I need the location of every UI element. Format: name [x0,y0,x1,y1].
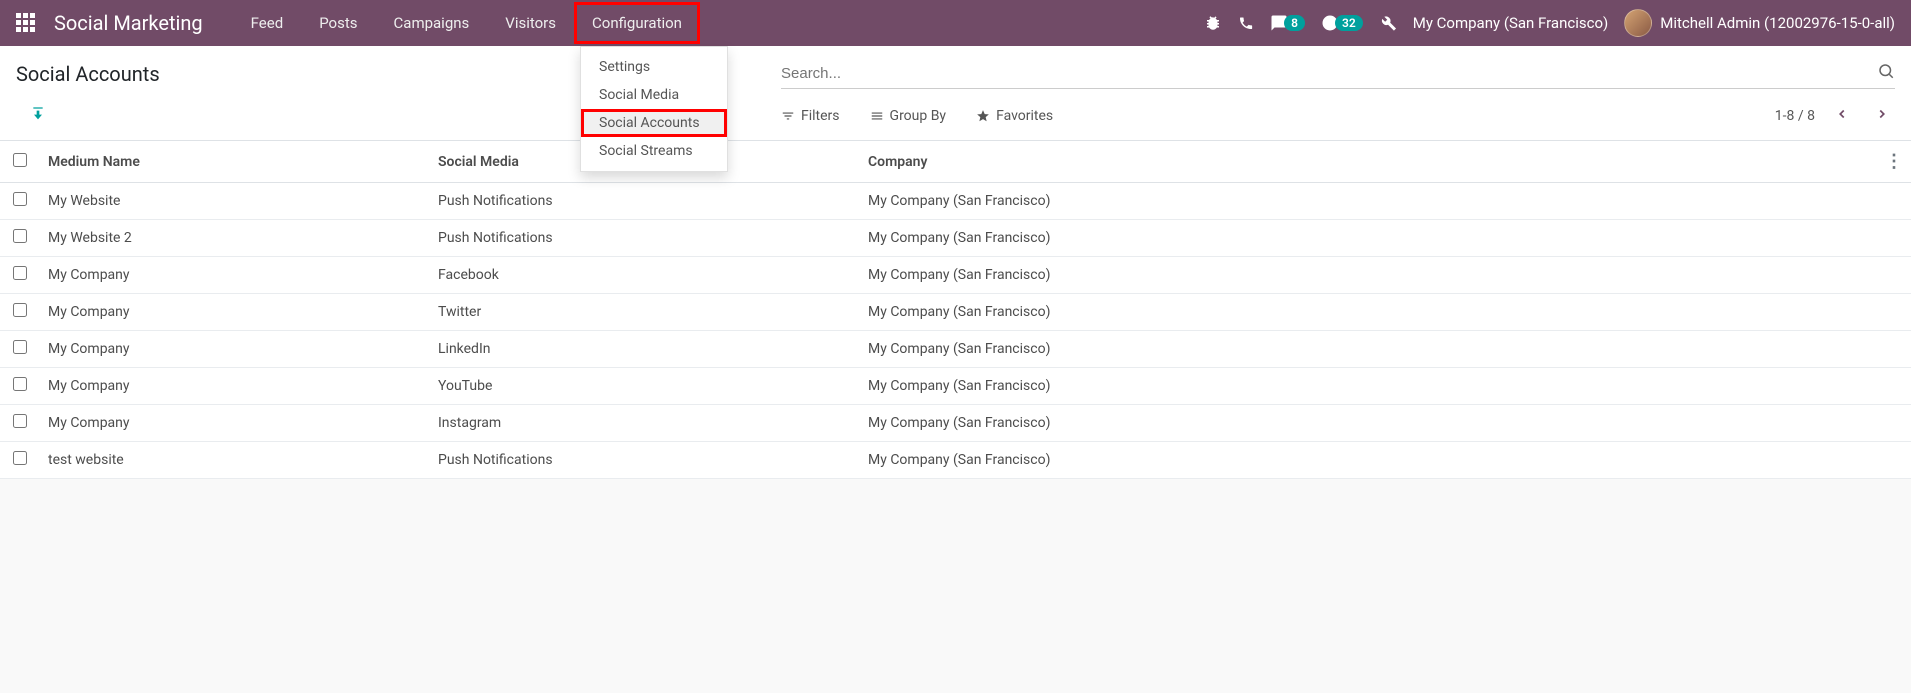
user-menu[interactable]: Mitchell Admin (12002976-15-0-all) [1624,9,1895,37]
row-checkbox[interactable] [13,340,27,354]
table-header-row: Medium Name Social Media Company ⋮ [0,141,1911,183]
nav-configuration[interactable]: Configuration [574,2,700,44]
cell-company: My Company (San Francisco) [860,220,1875,257]
nav-right: 8 32 My Company (San Francisco) Mitchell… [1204,9,1895,37]
page-background [0,479,1911,679]
table-row[interactable]: My CompanyLinkedInMy Company (San Franci… [0,331,1911,368]
tools-icon[interactable] [1379,14,1397,32]
pager-next[interactable] [1869,103,1895,128]
dd-social-accounts[interactable]: Social Accounts [581,109,727,137]
dd-settings[interactable]: Settings [581,53,727,81]
avatar [1624,9,1652,37]
cell-social: Push Notifications [430,183,860,220]
row-checkbox[interactable] [13,414,27,428]
nav-menu: Feed Posts Campaigns Visitors Configurat… [233,2,700,44]
table-row[interactable]: My CompanyTwitterMy Company (San Francis… [0,294,1911,331]
filters-label: Filters [801,108,840,124]
navbar: Social Marketing Feed Posts Campaigns Vi… [0,0,1911,46]
row-checkbox[interactable] [13,266,27,280]
table-row[interactable]: My Website 2Push NotificationsMy Company… [0,220,1911,257]
dd-social-streams[interactable]: Social Streams [581,137,727,165]
favorites-button[interactable]: Favorites [976,108,1053,124]
search-bar[interactable] [781,58,1895,89]
row-checkbox[interactable] [13,451,27,465]
records-table: Medium Name Social Media Company ⋮ My We… [0,141,1911,479]
row-checkbox[interactable] [13,229,27,243]
cell-social: Facebook [430,257,860,294]
search-input[interactable] [781,65,1877,82]
cell-company: My Company (San Francisco) [860,442,1875,479]
cell-company: My Company (San Francisco) [860,183,1875,220]
row-checkbox[interactable] [13,303,27,317]
cell-social: LinkedIn [430,331,860,368]
cell-medium: test website [40,442,430,479]
cell-company: My Company (San Francisco) [860,331,1875,368]
pager-text: 1-8 / 8 [1775,108,1815,124]
cell-medium: My Company [40,257,430,294]
search-icon[interactable] [1877,62,1895,84]
groupby-label: Group By [890,108,947,124]
cell-medium: My Company [40,294,430,331]
filter-bar: Filters Group By Favorites [781,108,1053,124]
nav-campaigns[interactable]: Campaigns [376,2,488,44]
header-medium[interactable]: Medium Name [40,141,430,183]
nav-feed[interactable]: Feed [233,2,302,44]
cell-medium: My Company [40,368,430,405]
cell-social: Push Notifications [430,442,860,479]
cell-company: My Company (San Francisco) [860,294,1875,331]
optional-columns-icon[interactable]: ⋮ [1885,151,1903,172]
cell-company: My Company (San Francisco) [860,368,1875,405]
activities-icon[interactable]: 32 [1321,14,1363,32]
favorites-label: Favorites [996,108,1053,124]
messages-icon[interactable]: 8 [1270,14,1305,32]
dd-social-media[interactable]: Social Media [581,81,727,109]
table-row[interactable]: My CompanyYouTubeMy Company (San Francis… [0,368,1911,405]
apps-icon[interactable] [16,13,36,33]
cell-social: YouTube [430,368,860,405]
cell-social: Instagram [430,405,860,442]
cell-social: Push Notifications [430,220,860,257]
debug-icon[interactable] [1204,14,1222,32]
configuration-dropdown: Settings Social Media Social Accounts So… [580,46,728,172]
nav-posts[interactable]: Posts [301,2,375,44]
export-icon[interactable] [30,106,46,126]
pager: 1-8 / 8 [1775,103,1895,128]
nav-left: Social Marketing Feed Posts Campaigns Vi… [16,2,700,44]
activities-badge: 32 [1335,15,1363,31]
company-selector[interactable]: My Company (San Francisco) [1413,14,1608,32]
row-checkbox[interactable] [13,192,27,206]
user-name: Mitchell Admin (12002976-15-0-all) [1660,14,1895,32]
app-title[interactable]: Social Marketing [54,11,203,35]
select-all-checkbox[interactable] [13,153,27,167]
pager-prev[interactable] [1829,103,1855,128]
table-row[interactable]: My CompanyFacebookMy Company (San Franci… [0,257,1911,294]
control-panel: Social Accounts Filters Group By [0,46,1911,141]
phone-icon[interactable] [1238,15,1254,31]
groupby-button[interactable]: Group By [870,108,947,124]
filters-button[interactable]: Filters [781,108,840,124]
messages-badge: 8 [1284,15,1305,31]
cell-medium: My Company [40,331,430,368]
cell-medium: My Website [40,183,430,220]
table-row[interactable]: test websitePush NotificationsMy Company… [0,442,1911,479]
cell-company: My Company (San Francisco) [860,257,1875,294]
cell-medium: My Website 2 [40,220,430,257]
nav-visitors[interactable]: Visitors [487,2,574,44]
cell-company: My Company (San Francisco) [860,405,1875,442]
table-row[interactable]: My WebsitePush NotificationsMy Company (… [0,183,1911,220]
table-row[interactable]: My CompanyInstagramMy Company (San Franc… [0,405,1911,442]
header-company[interactable]: Company [860,141,1875,183]
row-checkbox[interactable] [13,377,27,391]
cell-social: Twitter [430,294,860,331]
cell-medium: My Company [40,405,430,442]
